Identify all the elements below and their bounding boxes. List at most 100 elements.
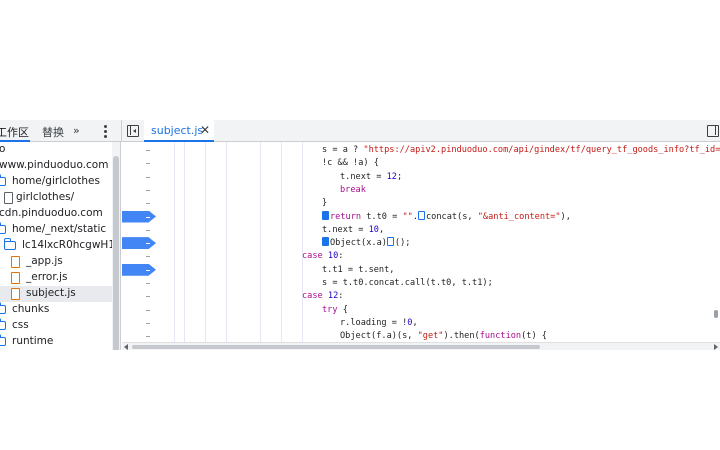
tree-item[interactable]: home/girlclothes (0, 174, 112, 190)
line-gutter[interactable] (122, 197, 162, 210)
folder-icon (0, 174, 6, 186)
scrollbar-thumb[interactable] (113, 156, 119, 350)
breakpoint-marker[interactable] (122, 237, 156, 250)
breakpoint-marker[interactable] (122, 263, 156, 276)
tree-item-label: lc14lxcR0hcgwH1RDz (22, 239, 112, 251)
file-tree: o www.pinduoduo.com home/girlclothes girlcl… (0, 142, 112, 350)
line-dash (146, 189, 150, 191)
code-line[interactable]: break (340, 184, 720, 197)
toggle-debugger-icon[interactable] (707, 125, 719, 137)
code-line[interactable]: r.loading = !0, (340, 317, 720, 330)
line-dash (146, 269, 150, 271)
indent-guide (302, 142, 303, 342)
code-line[interactable]: t.next = 10, (322, 224, 720, 237)
code-line[interactable]: try { (322, 304, 720, 317)
tree-item[interactable]: home/_next/static (0, 222, 112, 238)
editor-tab-subject[interactable]: subject.js ✕ (144, 120, 214, 142)
line-dash (146, 336, 150, 338)
tree-item-label: cdn.pinduoduo.com (0, 207, 103, 219)
tree-item-label: home/girlclothes (12, 175, 100, 187)
line-gutter[interactable] (122, 250, 162, 263)
line-dash (146, 216, 150, 218)
tree-item[interactable]: girlclothes/ (0, 190, 112, 206)
editor-vertical-scroll-marker[interactable] (714, 310, 718, 318)
tree-item-label: home/_next/static (12, 223, 107, 235)
inline-breakpoint-icon[interactable] (386, 237, 394, 247)
code-line[interactable]: return t.t0 = "". concat(s, "&anti_conten… (322, 210, 720, 224)
tree-item[interactable]: cdn.pinduoduo.com (0, 206, 112, 222)
line-gutter[interactable] (122, 317, 162, 330)
line-dash (146, 256, 150, 258)
folder-icon (4, 238, 16, 250)
line-gutter[interactable] (122, 330, 162, 342)
line-gutter[interactable] (122, 263, 162, 277)
tree-item-label: css (12, 319, 29, 331)
more-tabs-button[interactable]: » (73, 124, 80, 137)
folder-icon (0, 334, 6, 346)
line-gutter[interactable] (122, 277, 162, 290)
breakpoint-marker[interactable] (122, 210, 156, 223)
inline-breakpoint-icon[interactable] (418, 210, 425, 220)
code-editor[interactable]: s = a ? "https://apiv2.pinduoduo.com/api… (122, 142, 720, 342)
line-dash (146, 203, 150, 205)
line-dash (146, 243, 150, 245)
code-line[interactable]: t.t1 = t.sent, (322, 264, 720, 277)
line-dash (146, 229, 150, 231)
tree-item[interactable]: css (0, 318, 112, 334)
line-gutter[interactable] (122, 144, 162, 157)
line-gutter[interactable] (122, 304, 162, 317)
line-gutter[interactable] (122, 184, 162, 197)
line-gutter[interactable] (122, 237, 162, 250)
tab-replace[interactable]: 替换 (42, 124, 64, 140)
devtools-sources-panel: 工作区 替换 » o www.pinduoduo.com home/girlclot… (0, 120, 720, 350)
code-line[interactable]: t.next = 12; (340, 171, 720, 184)
code-line[interactable]: Object(x.a) (); (322, 237, 720, 250)
tree-item[interactable]: runtime (0, 334, 112, 350)
js-file-icon (11, 272, 20, 284)
indent-guide (260, 142, 261, 342)
toggle-navigator-icon[interactable] (127, 125, 139, 137)
tree-item-label: runtime (12, 335, 54, 347)
line-dash (146, 296, 150, 298)
js-file-icon (11, 256, 20, 268)
line-dash (146, 150, 150, 151)
line-gutter[interactable] (122, 157, 162, 170)
code-line[interactable]: s = t.t0.concat.call(t.t0, t.t1); (322, 277, 720, 290)
line-dash (146, 283, 150, 284)
code-line[interactable]: } (322, 197, 720, 210)
code-line[interactable]: case 12: (302, 290, 720, 303)
tree-item[interactable]: _app.js (0, 254, 112, 270)
tree-item-label: www.pinduoduo.com (0, 159, 109, 171)
line-gutter[interactable] (122, 171, 162, 184)
indent-guide (174, 142, 175, 342)
tree-item[interactable]: _error.js (0, 270, 112, 286)
close-icon[interactable]: ✕ (200, 123, 210, 137)
more-vert-icon[interactable] (103, 125, 109, 138)
editor-horizontal-scrollbar[interactable] (122, 342, 720, 350)
indent-guide (205, 142, 206, 342)
code-line[interactable]: case 10: (302, 250, 720, 263)
inline-breakpoint-icon[interactable] (322, 210, 329, 220)
scrollbar-thumb[interactable] (132, 345, 540, 349)
line-gutter[interactable] (122, 224, 162, 237)
tree-item[interactable]: o (0, 142, 112, 158)
line-dash (146, 309, 150, 311)
indent-guide (226, 142, 227, 342)
navigator-scrollbar[interactable] (112, 142, 121, 350)
tree-item[interactable]: www.pinduoduo.com (0, 158, 112, 174)
scroll-right-arrow-icon[interactable] (714, 344, 718, 350)
tab-workspace[interactable]: 工作区 (0, 124, 29, 140)
tree-item[interactable]: subject.js (0, 286, 112, 302)
line-gutter[interactable] (122, 210, 162, 224)
code-line[interactable]: s = a ? "https://apiv2.pinduoduo.com/api… (322, 144, 720, 157)
tree-item-label: o (0, 143, 6, 155)
line-gutter[interactable] (122, 290, 162, 303)
code-line[interactable]: Object(f.a)(s, "get").then(function(t) { (340, 330, 720, 342)
code-line[interactable]: !c && !a) { (322, 157, 720, 170)
tree-item[interactable]: lc14lxcR0hcgwH1RDz (0, 238, 112, 254)
scroll-left-arrow-icon[interactable] (124, 344, 128, 350)
folder-icon (0, 222, 6, 234)
tree-item[interactable]: chunks (0, 302, 112, 318)
tree-item-label: girlclothes/ (16, 191, 75, 203)
inline-breakpoint-icon[interactable] (322, 237, 329, 247)
